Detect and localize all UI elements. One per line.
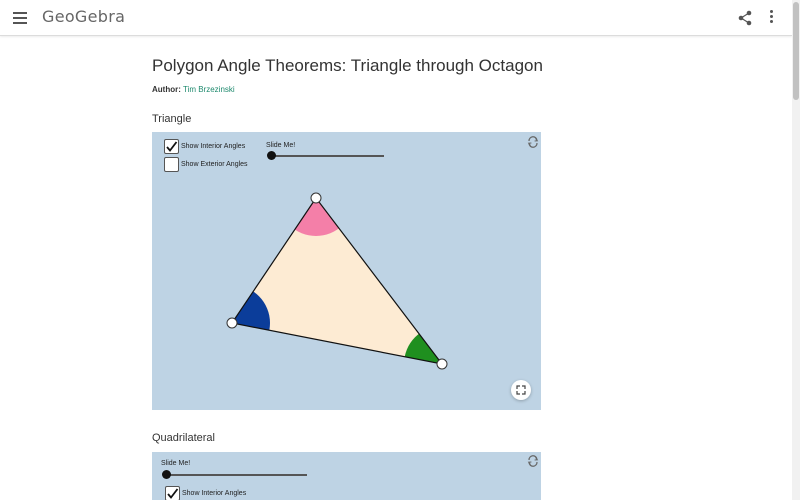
show-exterior-angles-checkbox[interactable] (164, 157, 179, 172)
more-vert-icon[interactable] (768, 10, 774, 26)
checkmark-icon (167, 488, 179, 499)
top-bar: GeoGebra (0, 0, 792, 36)
reset-icon[interactable] (527, 455, 539, 467)
checkmark-icon (166, 141, 178, 152)
page-scrollbar[interactable] (792, 0, 800, 500)
vertex-top (310, 192, 322, 204)
scrollbar-thumb[interactable] (793, 2, 799, 100)
share-icon[interactable] (738, 10, 752, 26)
show-exterior-angles-row[interactable]: Show Exterior Angles (164, 157, 248, 172)
show-interior-angles-row[interactable]: Show Interior Angles (164, 139, 245, 154)
show-interior-angles-checkbox[interactable] (165, 486, 180, 500)
section-title-quadrilateral: Quadrilateral (152, 432, 215, 444)
show-interior-angles-row[interactable]: Show Interior Angles (165, 486, 246, 500)
reset-icon[interactable] (527, 136, 539, 148)
page-title: Polygon Angle Theorems: Triangle through… (152, 56, 543, 75)
slider-knob[interactable] (267, 151, 276, 160)
author-label: Author: (152, 85, 181, 94)
show-interior-angles-label: Show Interior Angles (181, 143, 246, 150)
section-title-triangle: Triangle (152, 113, 192, 125)
author-line: Author: Tim Brzezinski (152, 85, 235, 94)
geogebra-logo[interactable]: GeoGebra (42, 7, 125, 26)
vertex-left (226, 317, 238, 329)
show-interior-angles-label: Show Interior Angles (182, 490, 247, 497)
quadrilateral-applet[interactable]: Slide Me! Show Interior Angles (152, 452, 541, 500)
vertex-right (436, 358, 448, 370)
slider-label: Slide Me! (161, 460, 191, 467)
slider-knob[interactable] (162, 470, 171, 479)
triangle-polygon (232, 198, 442, 364)
show-interior-angles-checkbox[interactable] (164, 139, 179, 154)
fullscreen-icon (516, 385, 526, 395)
slider-track[interactable] (165, 474, 307, 476)
author-link[interactable]: Tim Brzezinski (183, 85, 235, 94)
show-exterior-angles-label: Show Exterior Angles (181, 161, 248, 168)
menu-icon[interactable] (13, 12, 27, 24)
triangle-applet[interactable]: Show Interior Angles Show Exterior Angle… (152, 132, 541, 410)
slider-track[interactable] (270, 155, 384, 157)
fullscreen-button[interactable] (511, 380, 531, 400)
slider-label: Slide Me! (266, 142, 296, 149)
triangle-canvas[interactable] (152, 132, 541, 410)
